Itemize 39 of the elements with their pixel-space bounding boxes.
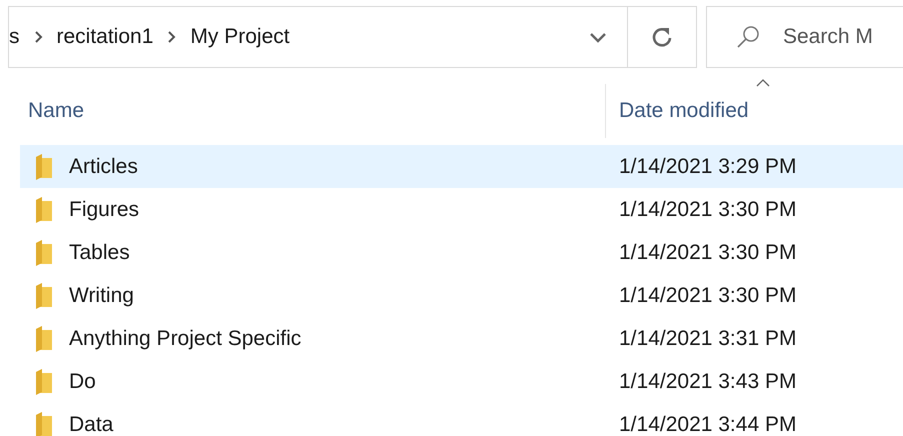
breadcrumb-item[interactable]: recitation1 (56, 25, 154, 49)
file-name: Figures (69, 198, 140, 222)
folder-icon (34, 410, 54, 436)
folder-icon (34, 324, 54, 352)
file-row[interactable]: Anything Project Specific 1/14/2021 3:31 PM (20, 317, 903, 360)
folder-icon (34, 152, 54, 180)
column-header[interactable]: Date modified (619, 99, 749, 123)
breadcrumb-item[interactable]: s (9, 25, 20, 49)
refresh-button[interactable] (627, 6, 697, 68)
folder-icon (34, 368, 54, 396)
file-name: Do (69, 370, 96, 394)
file-row[interactable]: Figures 1/14/2021 3:30 PM (20, 188, 903, 231)
file-row[interactable]: Data 1/14/2021 3:44 PM (20, 403, 903, 436)
breadcrumb-item[interactable]: My Project (190, 25, 290, 49)
file-row[interactable]: Articles 1/14/2021 3:29 PM (20, 145, 903, 188)
chevron-right-icon[interactable] (167, 30, 176, 44)
file-row[interactable]: Do 1/14/2021 3:43 PM (20, 360, 903, 403)
file-name: Tables (69, 240, 130, 264)
file-name: Anything Project Specific (69, 326, 302, 350)
folder-icon (34, 196, 54, 224)
column-header[interactable]: Name (28, 99, 84, 123)
date-modified: 1/14/2021 3:44 PM (619, 412, 796, 436)
file-row[interactable]: Tables 1/14/2021 3:30 PM (20, 231, 903, 274)
file-name: Articles (69, 154, 138, 178)
address-bar[interactable]: s recitation1 My Project (8, 6, 628, 68)
file-row[interactable]: Writing 1/14/2021 3:30 PM (20, 274, 903, 317)
date-modified: 1/14/2021 3:30 PM (619, 240, 796, 264)
chevron-right-icon[interactable] (34, 30, 42, 44)
dropdown-chevron-icon[interactable] (589, 32, 608, 42)
file-name: Writing (69, 284, 134, 308)
folder-icon (34, 282, 54, 310)
date-modified: 1/14/2021 3:29 PM (619, 154, 796, 178)
search-icon (735, 24, 761, 50)
date-modified: 1/14/2021 3:43 PM (619, 370, 796, 394)
folder-icon (34, 238, 54, 266)
date-modified: 1/14/2021 3:30 PM (619, 198, 796, 222)
date-modified: 1/14/2021 3:30 PM (619, 284, 796, 308)
file-name: Data (69, 412, 114, 436)
date-modified: 1/14/2021 3:31 PM (619, 326, 796, 350)
